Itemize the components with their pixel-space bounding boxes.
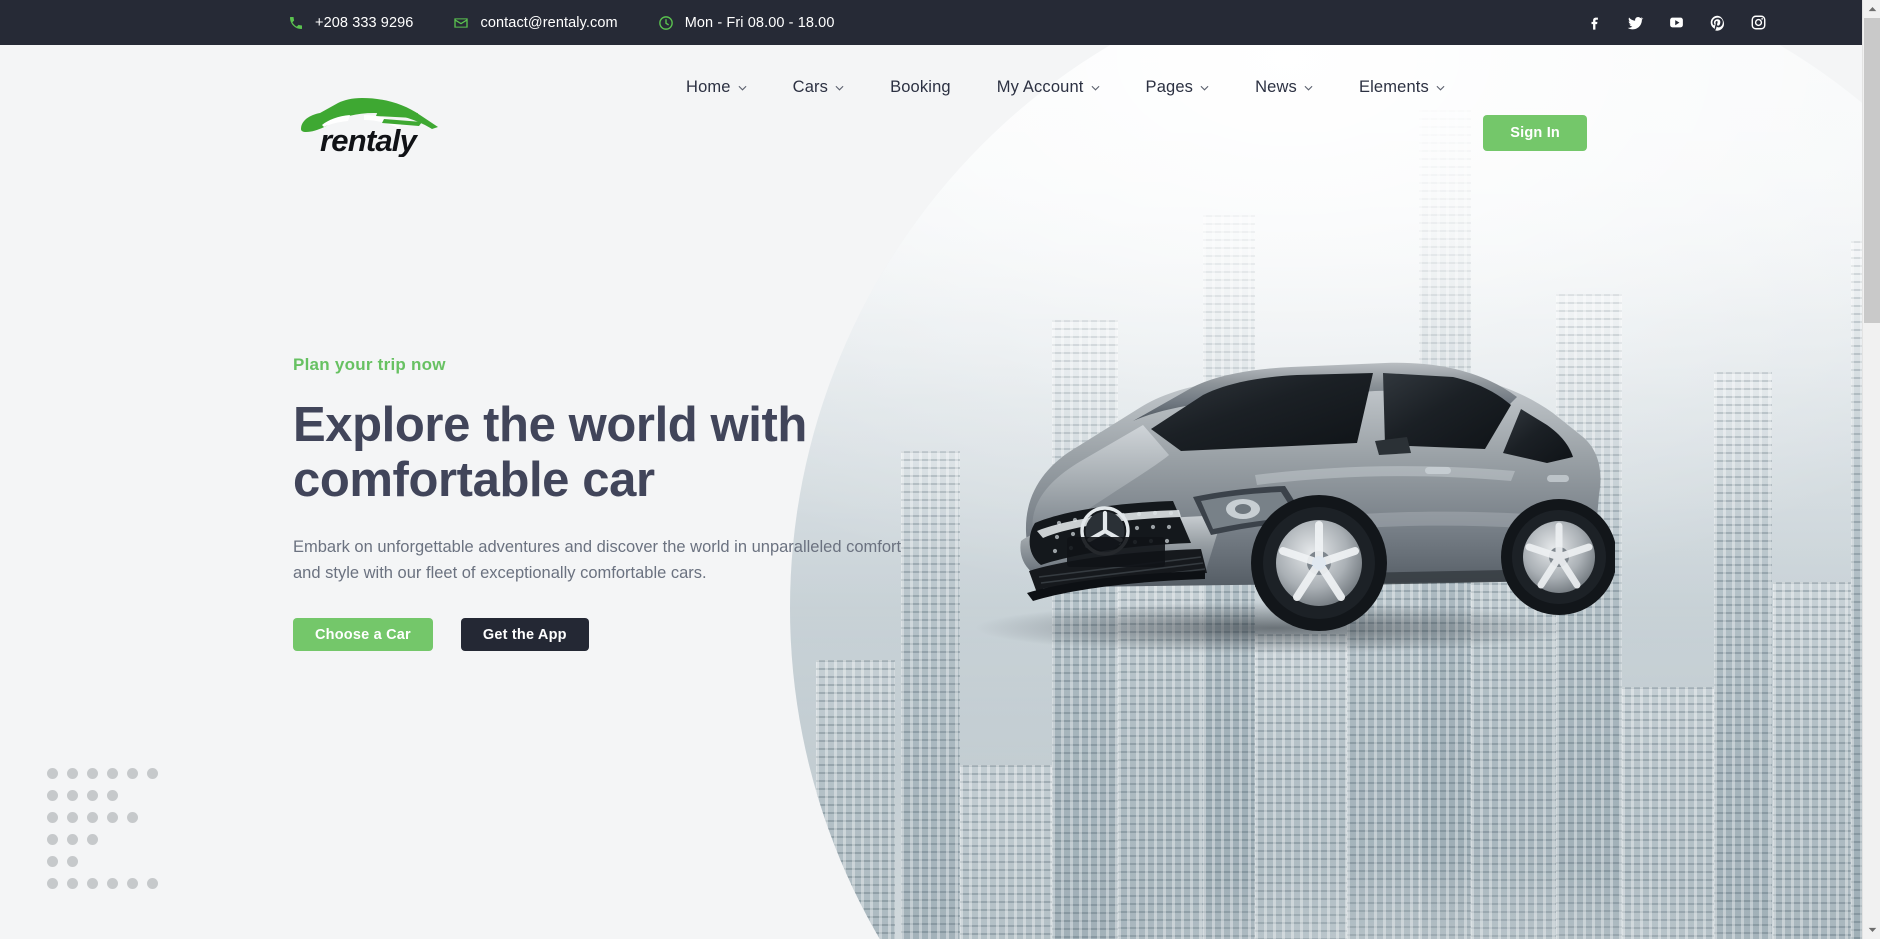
nav-item-cars[interactable]: Cars: [770, 45, 867, 130]
decoration-dot: [67, 768, 78, 779]
chevron-down-icon: [1091, 85, 1100, 91]
decoration-dot: [47, 834, 58, 845]
chevron-down-icon[interactable]: [1863, 921, 1880, 939]
dot-row: [47, 790, 158, 801]
hero-car-image: [955, 325, 1615, 655]
nav-item-elements[interactable]: Elements: [1336, 45, 1468, 130]
dot-row: [47, 812, 158, 823]
nav-label: Elements: [1358, 78, 1429, 96]
decoration-dot: [87, 878, 98, 889]
decoration-dot: [147, 878, 158, 889]
hero-subtitle: Embark on unforgettable adventures and d…: [293, 537, 902, 583]
dot-row: [47, 768, 158, 779]
decoration-dot: [47, 768, 58, 779]
decoration-dot: [67, 790, 78, 801]
decoration-dot: [47, 790, 58, 801]
main-nav: Home Cars Booking My Account Pages News …: [663, 45, 1468, 130]
phone-text: +208 333 9296: [315, 14, 414, 31]
decoration-dot: [107, 812, 118, 823]
decoration-dot: [47, 878, 58, 889]
nav-item-pages[interactable]: Pages: [1123, 45, 1233, 130]
decoration-dot: [67, 878, 78, 889]
chevron-up-icon[interactable]: [1863, 0, 1880, 18]
chevron-down-icon: [738, 85, 747, 91]
social-links: [1586, 0, 1767, 45]
envelope-icon: [453, 15, 469, 31]
nav-item-my-account[interactable]: My Account: [974, 45, 1123, 130]
twitter-icon[interactable]: [1627, 14, 1644, 31]
facebook-icon[interactable]: [1586, 14, 1603, 31]
sign-in-button[interactable]: Sign In: [1483, 115, 1587, 151]
choose-a-car-button[interactable]: Choose a Car: [293, 618, 433, 652]
chevron-down-icon: [1304, 85, 1313, 91]
topbar-hours: Mon - Fri 08.00 - 18.00: [658, 15, 835, 31]
decoration-dot: [107, 790, 118, 801]
nav-item-booking[interactable]: Booking: [867, 45, 974, 130]
nav-label: Home: [686, 78, 731, 96]
brand-logo[interactable]: rentaly: [292, 95, 447, 157]
decoration-dot: [127, 812, 138, 823]
dot-row: [47, 856, 158, 867]
decoration-dot: [47, 856, 58, 867]
decoration-dot: [87, 834, 98, 845]
decoration-dot: [127, 878, 138, 889]
hero-button-group: Choose a Car Get the App: [293, 618, 853, 652]
topbar-email[interactable]: contact@rentaly.com: [453, 14, 618, 31]
nav-label: Cars: [792, 78, 829, 96]
decoration-dot: [67, 812, 78, 823]
svg-text:rentaly: rentaly: [320, 123, 419, 157]
dot-grid-decoration: [47, 768, 158, 900]
email-text: contact@rentaly.com: [480, 14, 618, 31]
dot-row: [47, 878, 158, 889]
decoration-dot: [67, 856, 78, 867]
hero-content: Plan your trip now Explore the world wit…: [293, 355, 901, 652]
dot-row: [47, 834, 158, 845]
instagram-icon[interactable]: [1750, 14, 1767, 31]
decoration-dot: [87, 812, 98, 823]
get-the-app-button[interactable]: Get the App: [460, 618, 589, 652]
decoration-dot: [107, 878, 118, 889]
site-header: rentaly Home Cars Booking My Account Pag…: [0, 45, 1862, 157]
youtube-icon[interactable]: [1668, 14, 1685, 31]
decoration-dot: [47, 812, 58, 823]
topbar-phone[interactable]: +208 333 9296: [288, 15, 413, 31]
hours-text: Mon - Fri 08.00 - 18.00: [684, 14, 835, 31]
pinterest-icon[interactable]: [1709, 14, 1726, 31]
phone-icon: [288, 15, 304, 31]
chevron-down-icon: [1436, 85, 1445, 91]
nav-item-home[interactable]: Home: [663, 45, 770, 130]
nav-label: My Account: [996, 78, 1084, 96]
nav-label: News: [1255, 78, 1297, 96]
page-canvas: +208 333 9296 contact@rentaly.com Mon - …: [0, 0, 1862, 939]
decoration-dot: [107, 768, 118, 779]
nav-label: Pages: [1145, 78, 1194, 96]
decoration-dot: [87, 768, 98, 779]
hero-eyebrow: Plan your trip now: [293, 355, 446, 374]
decoration-dot: [67, 834, 78, 845]
decoration-dot: [127, 768, 138, 779]
decoration-dot: [147, 768, 158, 779]
chevron-down-icon: [835, 85, 844, 91]
nav-item-news[interactable]: News: [1232, 45, 1336, 130]
clock-icon: [658, 15, 674, 31]
decoration-dot: [87, 790, 98, 801]
chevron-down-icon: [1200, 85, 1209, 91]
scrollbar-thumb[interactable]: [1864, 18, 1880, 323]
vertical-scrollbar[interactable]: [1862, 0, 1880, 939]
nav-label: Booking: [890, 78, 951, 96]
page-title: Explore the world with comfortable car: [293, 398, 807, 508]
topbar-contact-group: +208 333 9296 contact@rentaly.com Mon - …: [288, 15, 835, 31]
top-utility-bar: +208 333 9296 contact@rentaly.com Mon - …: [0, 0, 1862, 45]
